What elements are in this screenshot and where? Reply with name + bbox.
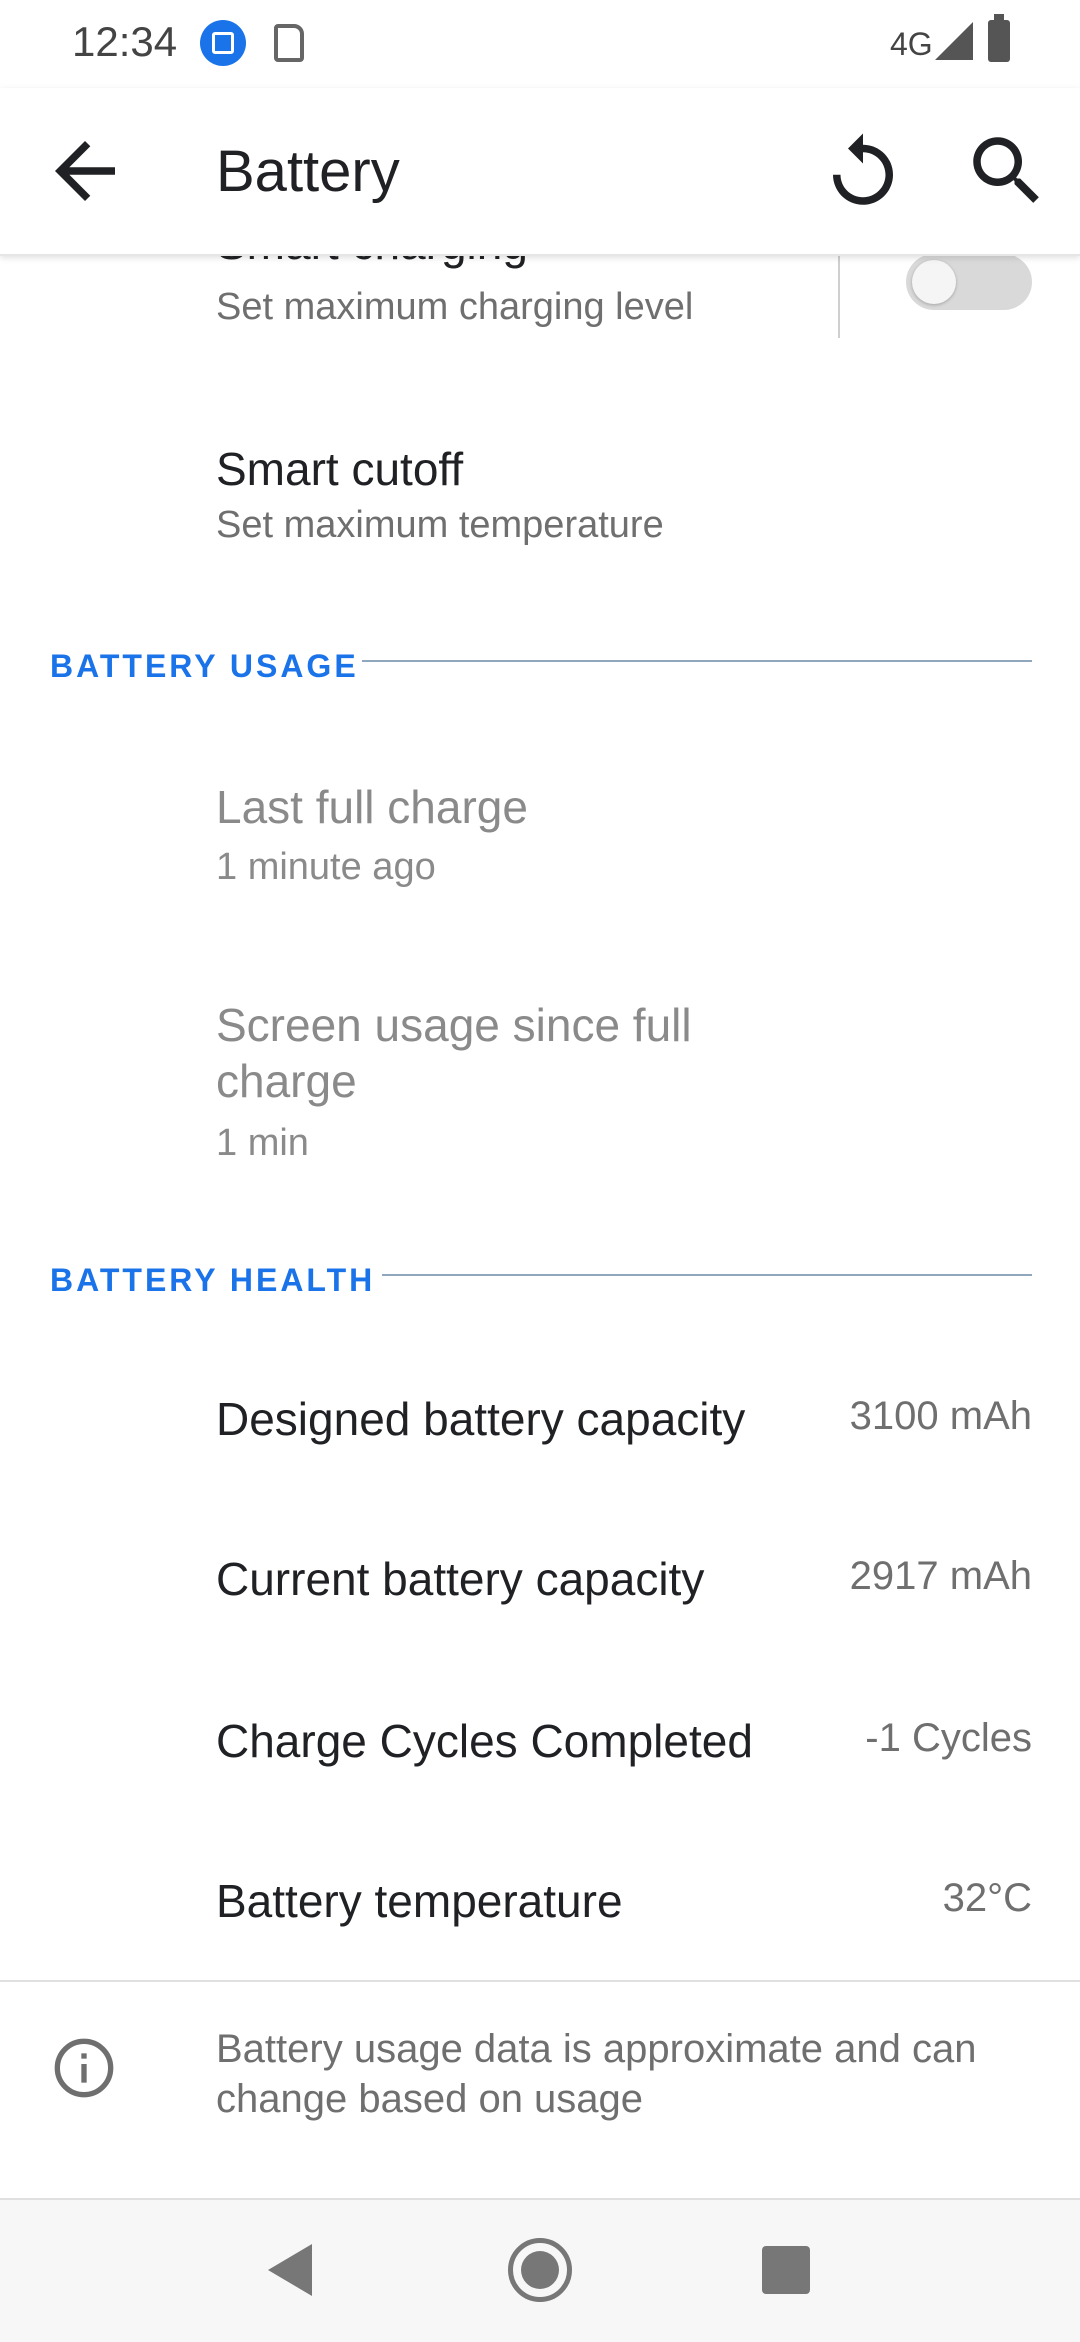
smart-cutoff-title: Smart cutoff [216, 443, 464, 495]
temperature-value: 32°C [942, 1876, 1032, 1920]
screen-usage-title-line1: Screen usage since full [216, 999, 692, 1051]
smart-charging-summary: Set maximum charging level [216, 286, 694, 328]
smart-charging-title: Smart charging [216, 254, 528, 270]
nav-recents-icon[interactable] [762, 2246, 810, 2294]
screen-usage-title-line2: charge [216, 1055, 357, 1107]
designed-capacity-label: Designed battery capacity [216, 1393, 746, 1445]
battery-usage-header: BATTERY USAGE [50, 648, 359, 684]
footer-note: Battery usage data is approximate and ca… [216, 2024, 1036, 2124]
settings-list: Smart charging Set maximum charging leve… [0, 254, 1080, 2198]
search-button[interactable] [962, 126, 1052, 216]
charge-cycles-value: -1 Cycles [865, 1716, 1032, 1760]
footer-divider [0, 1980, 1080, 1982]
info-icon [52, 2036, 116, 2100]
status-time: 12:34 [72, 18, 178, 65]
search-icon [973, 137, 1039, 203]
toggle-knob [912, 260, 956, 304]
battery-icon [988, 14, 1010, 62]
divider [838, 254, 840, 338]
smart-cutoff-summary: Set maximum temperature [216, 504, 664, 546]
page-title: Battery [216, 139, 400, 204]
navigation-bar [0, 2198, 1080, 2342]
smart-charging-toggle[interactable] [906, 254, 1032, 310]
charge-cycles-label: Charge Cycles Completed [216, 1715, 753, 1767]
current-capacity-value: 2917 mAh [849, 1554, 1032, 1598]
screen-usage-summary: 1 min [216, 1122, 309, 1164]
section-divider [382, 1274, 1032, 1276]
app-bar: Battery [0, 88, 1080, 256]
nav-home-icon[interactable] [508, 2238, 572, 2302]
section-divider [362, 660, 1032, 662]
footer-line2: change based on usage [216, 2077, 644, 2121]
status-bar: 12:34 4G [0, 0, 1080, 88]
gallery-notification-icon [200, 20, 246, 66]
refresh-icon [833, 133, 893, 205]
network-type: 4G [890, 26, 933, 62]
back-button[interactable] [40, 126, 130, 216]
battery-health-header: BATTERY HEALTH [50, 1262, 376, 1298]
footer-line1: Battery usage data is approximate and ca… [216, 2027, 977, 2071]
refresh-button[interactable] [818, 126, 908, 216]
last-full-charge-title: Last full charge [216, 781, 528, 833]
temperature-label: Battery temperature [216, 1875, 623, 1927]
sd-card-icon [274, 24, 304, 62]
current-capacity-label: Current battery capacity [216, 1553, 705, 1605]
nav-back-icon[interactable] [268, 2244, 312, 2296]
last-full-charge-summary: 1 minute ago [216, 846, 436, 888]
designed-capacity-value: 3100 mAh [849, 1394, 1032, 1438]
arrow-left-icon [55, 141, 115, 201]
signal-icon [935, 22, 973, 60]
